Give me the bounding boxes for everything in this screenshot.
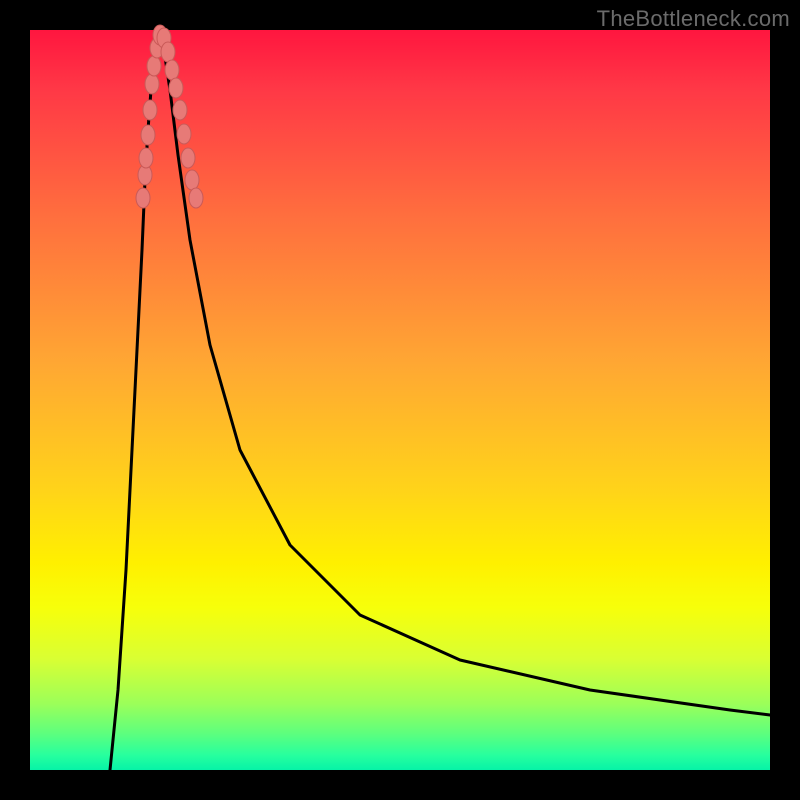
data-dot	[141, 125, 155, 145]
data-dot	[173, 100, 187, 120]
data-dot	[161, 42, 175, 62]
watermark-text: TheBottleneck.com	[597, 6, 790, 32]
data-dot	[143, 100, 157, 120]
data-dot	[185, 170, 199, 190]
plot-area	[30, 30, 770, 770]
data-dot	[181, 148, 195, 168]
dots-group	[136, 25, 203, 208]
data-dot	[189, 188, 203, 208]
curve-group	[110, 30, 770, 770]
data-dot	[139, 148, 153, 168]
curve-svg	[30, 30, 770, 770]
curve-right-branch	[160, 30, 770, 715]
data-dot	[165, 60, 179, 80]
data-dot	[169, 78, 183, 98]
data-dot	[145, 74, 159, 94]
data-dot	[177, 124, 191, 144]
data-dot	[147, 56, 161, 76]
data-dot	[136, 188, 150, 208]
chart-frame: TheBottleneck.com	[0, 0, 800, 800]
